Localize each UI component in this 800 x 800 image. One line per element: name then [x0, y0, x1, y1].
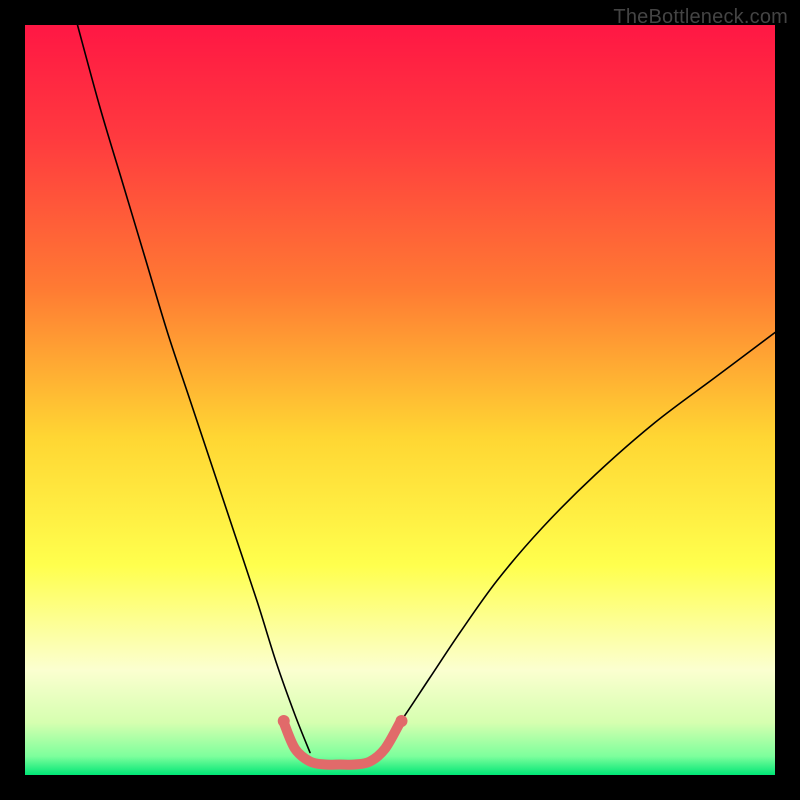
marker-layer: [25, 25, 775, 775]
marker-1: [396, 715, 408, 727]
plot-area: [25, 25, 775, 775]
watermark-text: TheBottleneck.com: [613, 6, 788, 29]
chart-stage: TheBottleneck.com: [0, 0, 800, 800]
marker-0: [278, 715, 290, 727]
